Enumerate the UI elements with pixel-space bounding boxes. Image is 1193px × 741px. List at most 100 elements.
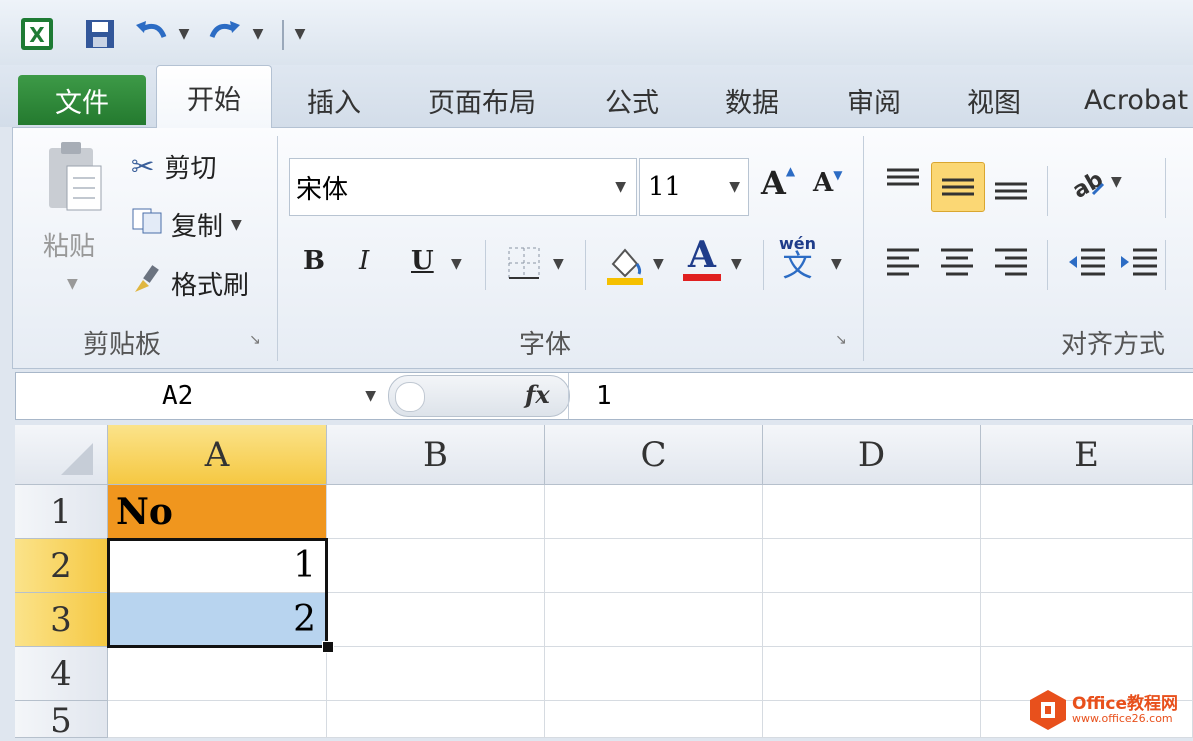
cell-a5[interactable]: [108, 701, 327, 738]
redo-icon[interactable]: [204, 14, 244, 54]
tab-file[interactable]: 文件: [18, 75, 146, 125]
tab-acrobat[interactable]: Acrobat: [1084, 75, 1193, 125]
align-center-icon[interactable]: [939, 246, 975, 278]
cell-b5[interactable]: [327, 701, 545, 738]
copy-button[interactable]: 复制 ▼: [131, 206, 242, 243]
cell-c3[interactable]: [545, 593, 763, 647]
undo-dropdown-icon[interactable]: ▼: [174, 14, 194, 54]
font-size-dropdown-icon[interactable]: ▼: [729, 179, 740, 195]
cell-d5[interactable]: [763, 701, 981, 738]
shrink-font-button[interactable]: A ▼: [813, 168, 842, 198]
align-left-icon[interactable]: [885, 246, 921, 278]
align-middle-icon[interactable]: [931, 162, 985, 212]
align-bottom-icon[interactable]: [993, 174, 1029, 202]
paste-icon[interactable]: [33, 138, 113, 218]
name-box-dropdown-icon[interactable]: ▼: [365, 388, 376, 404]
cell-d2[interactable]: [763, 539, 981, 593]
row-header-3[interactable]: 3: [15, 593, 108, 647]
cell-c5[interactable]: [545, 701, 763, 738]
font-name-select[interactable]: 宋体 ▼: [289, 158, 637, 216]
cell-b2[interactable]: [327, 539, 545, 593]
tab-review[interactable]: 审阅: [838, 75, 910, 125]
border-dropdown-icon[interactable]: ▼: [553, 256, 564, 272]
fill-color-icon[interactable]: [605, 242, 645, 286]
column-header-a[interactable]: A: [108, 425, 327, 485]
cell-a4[interactable]: [108, 647, 327, 701]
font-name-dropdown-icon[interactable]: ▼: [615, 179, 626, 195]
scissors-icon: ✂: [131, 150, 155, 183]
italic-button[interactable]: I: [359, 246, 369, 276]
formula-splitter-handle[interactable]: [395, 382, 425, 412]
cell-a1[interactable]: No: [108, 485, 327, 539]
orientation-icon[interactable]: ab ▼: [1067, 166, 1122, 198]
redo-dropdown-icon[interactable]: ▼: [248, 14, 268, 54]
font-size-select[interactable]: 11 ▼: [639, 158, 749, 216]
group-separator: [277, 136, 278, 361]
worksheet-grid: A B C D E 1 2 3 4 5 No 1 2: [15, 425, 1193, 741]
cell-c2[interactable]: [545, 539, 763, 593]
align-top-icon[interactable]: [885, 166, 921, 194]
row-header-4[interactable]: 4: [15, 647, 108, 701]
font-color-button[interactable]: A: [683, 236, 721, 281]
align-right-icon[interactable]: [993, 246, 1029, 278]
underline-button[interactable]: U: [411, 246, 434, 276]
cell-b3[interactable]: [327, 593, 545, 647]
column-header-b[interactable]: B: [327, 425, 545, 485]
tab-view[interactable]: 视图: [958, 75, 1030, 125]
select-all-button[interactable]: [15, 425, 108, 485]
format-painter-button[interactable]: 格式刷: [131, 264, 249, 303]
decrease-indent-icon[interactable]: [1067, 246, 1107, 278]
copy-dropdown-icon[interactable]: ▼: [231, 217, 242, 233]
fill-handle[interactable]: [322, 641, 334, 653]
excel-icon[interactable]: X: [18, 14, 56, 54]
font-launcher-icon[interactable]: ↘: [835, 332, 847, 348]
column-header-e[interactable]: E: [981, 425, 1193, 485]
cut-button[interactable]: ✂ 剪切: [131, 148, 216, 185]
column-header-c[interactable]: C: [545, 425, 763, 485]
cell-e2[interactable]: [981, 539, 1193, 593]
wrap-text-icon[interactable]: [1165, 158, 1180, 218]
bold-button[interactable]: B: [303, 246, 325, 276]
row-header-1[interactable]: 1: [15, 485, 108, 539]
align-separator: [1047, 166, 1048, 216]
cell-c4[interactable]: [545, 647, 763, 701]
tab-data[interactable]: 数据: [716, 75, 788, 125]
row-header-5[interactable]: 5: [15, 701, 108, 741]
cell-e3[interactable]: [981, 593, 1193, 647]
grow-font-button[interactable]: A ▲: [761, 164, 795, 202]
tab-formulas[interactable]: 公式: [596, 75, 668, 125]
increase-indent-icon[interactable]: [1119, 246, 1159, 278]
underline-dropdown-icon[interactable]: ▼: [451, 256, 462, 272]
tab-insert[interactable]: 插入: [300, 75, 368, 125]
paste-button[interactable]: 粘贴: [43, 226, 95, 263]
merge-center-icon[interactable]: [1165, 240, 1180, 290]
cell-e1[interactable]: [981, 485, 1193, 539]
font-color-icon: A: [688, 234, 716, 276]
cell-d4[interactable]: [763, 647, 981, 701]
cell-b4[interactable]: [327, 647, 545, 701]
fill-color-dropdown-icon[interactable]: ▼: [653, 256, 664, 272]
cell-d3[interactable]: [763, 593, 981, 647]
insert-function-icon[interactable]: fx: [525, 380, 550, 409]
undo-icon[interactable]: [132, 14, 172, 54]
row-header-2[interactable]: 2: [15, 539, 108, 593]
cell-c1[interactable]: [545, 485, 763, 539]
cell-b1[interactable]: [327, 485, 545, 539]
border-icon[interactable]: [507, 246, 541, 280]
font-color-dropdown-icon[interactable]: ▼: [731, 256, 742, 272]
phonetic-button[interactable]: wén 文: [779, 236, 816, 282]
phonetic-dropdown-icon[interactable]: ▼: [831, 256, 842, 272]
clipboard-launcher-icon[interactable]: ↘: [249, 332, 261, 348]
orientation-dropdown-icon[interactable]: ▼: [1111, 174, 1122, 190]
save-icon[interactable]: [82, 14, 118, 54]
formula-input[interactable]: 1: [596, 381, 612, 411]
column-header-d[interactable]: D: [763, 425, 981, 485]
cell-d1[interactable]: [763, 485, 981, 539]
cell-a3[interactable]: 2: [108, 593, 327, 647]
tab-home[interactable]: 开始: [156, 65, 272, 128]
paste-dropdown-icon[interactable]: ▼: [67, 276, 78, 292]
name-box[interactable]: A2 ▼: [16, 373, 386, 419]
cell-a2[interactable]: 1: [108, 539, 327, 593]
customize-icon[interactable]: ▼: [288, 14, 312, 54]
tab-page-layout[interactable]: 页面布局: [420, 75, 544, 125]
